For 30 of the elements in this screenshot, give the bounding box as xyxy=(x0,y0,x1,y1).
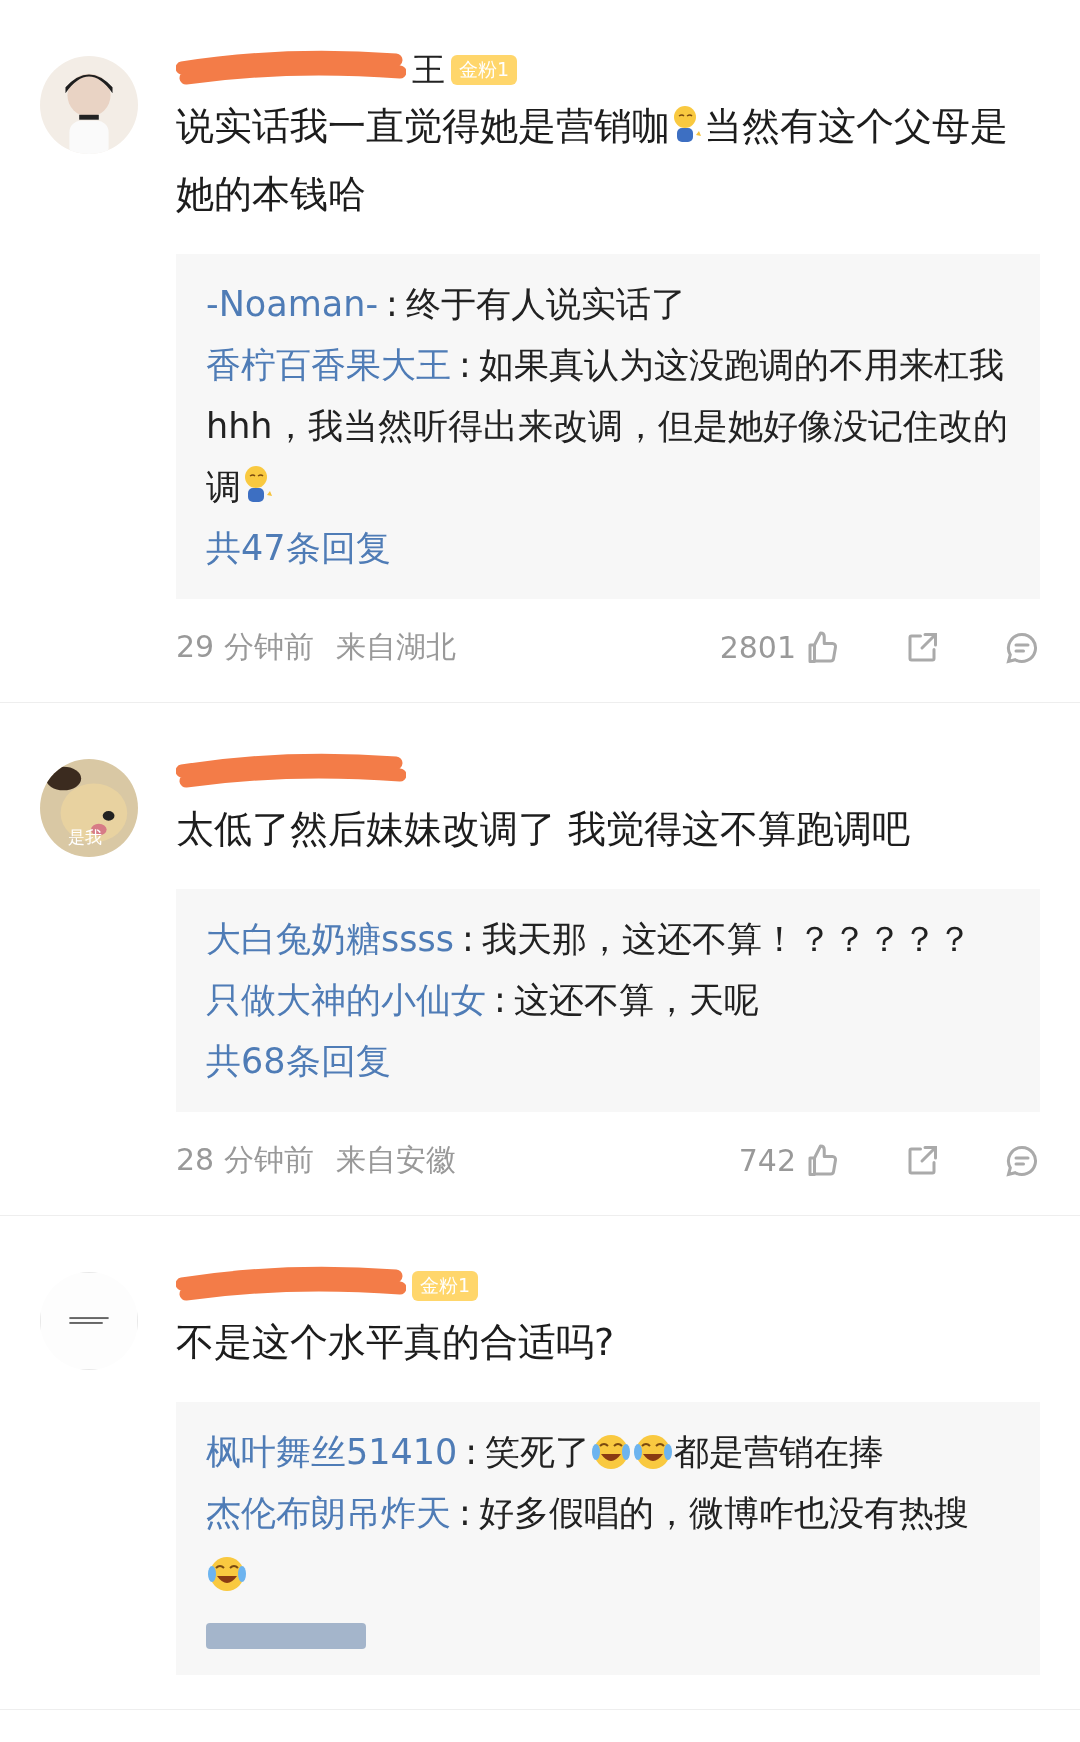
reply-text: 枫叶舞丝51410 : 笑死了 都是营销在捧 xyxy=(206,1431,886,1474)
avatar-caption: 是我 xyxy=(68,826,102,849)
comment-text: 太低了然后妹妹改调了 我觉得这不算跑调吧 xyxy=(176,806,912,853)
reply-username[interactable]: 杰伦布朗吊炸天 xyxy=(206,1493,451,1533)
emoji-icon xyxy=(590,1432,633,1472)
fan-badge: 金粉1 xyxy=(451,55,518,85)
post-time: 29 分钟前 xyxy=(176,628,314,666)
reply-count-link[interactable]: 共68条回复 xyxy=(206,1031,1010,1092)
post-time: 28 分钟前 xyxy=(176,1141,314,1179)
like-count: 2801 xyxy=(719,630,796,665)
post-location: 来自湖北 xyxy=(335,628,456,666)
username[interactable]: 王 xyxy=(412,47,445,93)
comment-text: 说实话我一直觉得她是营销咖 当然有这个父母是她的本钱哈 xyxy=(176,103,1009,218)
reply-text: 香柠百香果大王 : 如果真认为这没跑调的不用来杠我hhh，我当然听得出来改调，但是她好像没记住改的调 xyxy=(206,344,1009,509)
reply-username[interactable]: 香柠百香果大王 xyxy=(206,345,451,385)
fan-badge: 金粉1 xyxy=(412,1271,479,1301)
emoji-icon xyxy=(632,1432,675,1472)
emoji-icon xyxy=(206,1554,248,1594)
reply-username[interactable]: 大白兔奶糖ssss xyxy=(206,919,454,959)
reply-text: 只做大神的小仙女 : 这还不算，天呢 xyxy=(206,979,760,1022)
reply-text: 杰伦布朗吊炸天 : 好多假唱的，微博咋也没有热搜 xyxy=(206,1483,1010,1605)
reply-count-link[interactable]: 共47条回复 xyxy=(206,518,1010,579)
comment-text: 不是这个水平真的合适吗? xyxy=(176,1319,616,1366)
post-location: 来自安徽 xyxy=(335,1141,456,1179)
like-count: 742 xyxy=(738,1143,796,1178)
reply-text: -Noaman- : 终于有人说实话了 xyxy=(206,283,687,326)
reply-username[interactable]: -Noaman- xyxy=(206,284,379,324)
reply-username[interactable]: 只做大神的小仙女 xyxy=(206,980,486,1020)
reply-text: 大白兔奶糖ssss : 我天那，这还不算！？？？？？ xyxy=(206,918,973,961)
reply-username[interactable]: 枫叶舞丝51410 xyxy=(206,1432,458,1472)
